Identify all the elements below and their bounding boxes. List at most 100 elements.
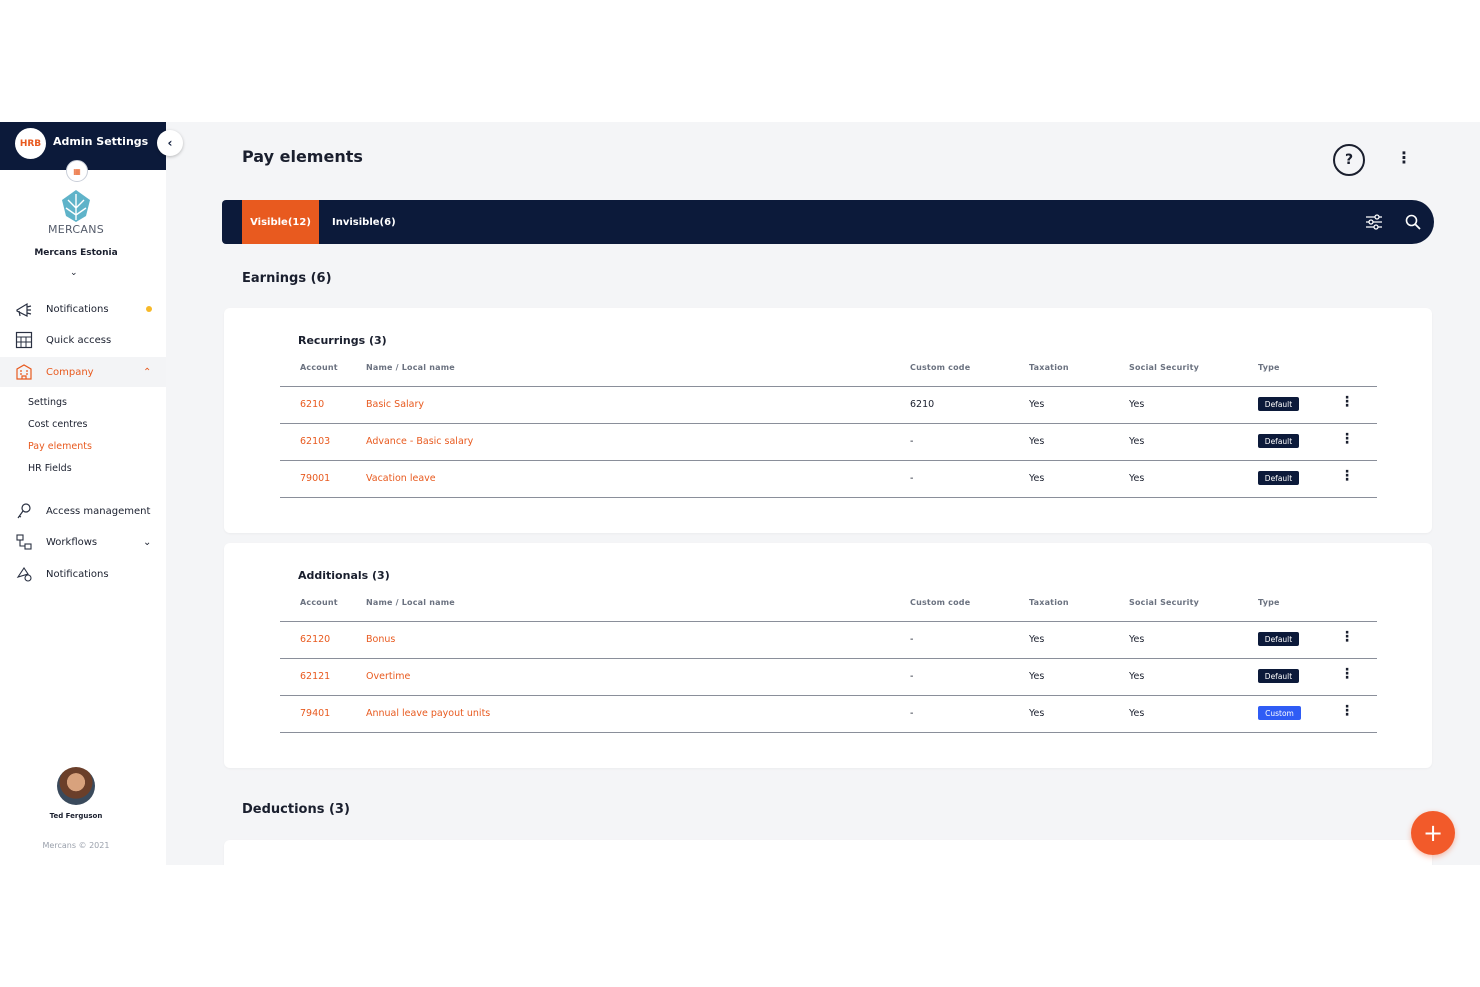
sidebar: HRB Admin Settings ‹ ▦ MERCANS Mercans E… bbox=[0, 122, 183, 865]
column-type[interactable]: Type bbox=[1258, 598, 1280, 607]
sidebar-subitem-settings[interactable]: Settings bbox=[28, 397, 67, 408]
chevron-down-icon[interactable]: ⌄ bbox=[143, 537, 151, 548]
table-row[interactable]: 62103 Advance - Basic salary - Yes Yes D… bbox=[280, 423, 1377, 461]
custom-code: 6210 bbox=[910, 399, 935, 410]
column-account[interactable]: Account bbox=[300, 363, 338, 372]
earnings-section-title: Earnings (6) bbox=[242, 271, 332, 286]
type-badge: Default bbox=[1258, 471, 1299, 485]
sidebar-collapse-button[interactable]: ‹ bbox=[157, 130, 183, 156]
sidebar-item-label: Notifications bbox=[46, 303, 109, 315]
sidebar-subitem-hr-fields[interactable]: HR Fields bbox=[28, 463, 72, 474]
taxation-value: Yes bbox=[1029, 436, 1045, 447]
social-security-value: Yes bbox=[1129, 399, 1145, 410]
column-custom-code[interactable]: Custom code bbox=[910, 363, 970, 372]
table-row[interactable]: 79401 Annual leave payout units - Yes Ye… bbox=[280, 695, 1377, 733]
column-account[interactable]: Account bbox=[300, 598, 338, 607]
tab-invisible[interactable]: Invisible(6) bbox=[332, 200, 396, 244]
sidebar-item-notifications[interactable]: Notifications bbox=[0, 294, 166, 324]
key-icon bbox=[14, 501, 34, 521]
sidebar-item-label: Access management bbox=[46, 505, 151, 517]
sidebar-subitem-pay-elements[interactable]: Pay elements bbox=[28, 441, 92, 452]
social-security-value: Yes bbox=[1129, 436, 1145, 447]
sidebar-item-label: Quick access bbox=[46, 334, 112, 346]
table-header: Account Name / Local name Custom code Ta… bbox=[280, 360, 1377, 387]
notification-dot bbox=[146, 306, 152, 312]
name-link[interactable]: Bonus bbox=[366, 634, 395, 645]
sidebar-item-label: Company bbox=[46, 366, 94, 378]
name-link[interactable]: Basic Salary bbox=[366, 399, 424, 410]
table-row[interactable]: 6210 Basic Salary 6210 Yes Yes Default ⋮ bbox=[280, 386, 1377, 424]
add-button[interactable]: + bbox=[1411, 811, 1455, 855]
page-menu-button[interactable]: ⋮ bbox=[1396, 150, 1412, 166]
table-row[interactable]: 62121 Overtime - Yes Yes Default ⋮ bbox=[280, 658, 1377, 696]
table-row[interactable]: 62120 Bonus - Yes Yes Default ⋮ bbox=[280, 621, 1377, 659]
help-button[interactable]: ? bbox=[1333, 144, 1365, 176]
taxation-value: Yes bbox=[1029, 634, 1045, 645]
account-link[interactable]: 79401 bbox=[300, 708, 330, 719]
type-badge: Default bbox=[1258, 434, 1299, 448]
custom-code: - bbox=[910, 708, 914, 719]
company-name: Mercans Estonia bbox=[34, 248, 118, 258]
visibility-tabbar: Visible(12) Invisible(6) bbox=[222, 200, 1434, 244]
table-row[interactable]: 79001 Vacation leave - Yes Yes Default ⋮ bbox=[280, 460, 1377, 498]
taxation-value: Yes bbox=[1029, 399, 1045, 410]
sidebar-item-access-management[interactable]: Access management bbox=[0, 496, 166, 526]
row-menu-button[interactable]: ⋮ bbox=[1340, 469, 1354, 483]
sidebar-item-company[interactable]: Company ⌃ bbox=[0, 357, 166, 387]
type-badge: Default bbox=[1258, 669, 1299, 683]
column-type[interactable]: Type bbox=[1258, 363, 1280, 372]
social-security-value: Yes bbox=[1129, 708, 1145, 719]
sidebar-item-label: Notifications bbox=[46, 568, 109, 580]
sidebar-item-quick-access[interactable]: Quick access bbox=[0, 325, 166, 355]
column-name[interactable]: Name / Local name bbox=[366, 598, 455, 607]
custom-code: - bbox=[910, 671, 914, 682]
taxation-value: Yes bbox=[1029, 708, 1045, 719]
recurrings-title: Recurrings (3) bbox=[298, 334, 387, 347]
column-custom-code[interactable]: Custom code bbox=[910, 598, 970, 607]
name-link[interactable]: Overtime bbox=[366, 671, 410, 682]
social-security-value: Yes bbox=[1129, 671, 1145, 682]
page-title: Pay elements bbox=[242, 147, 363, 166]
bell-settings-icon bbox=[14, 564, 34, 584]
column-taxation[interactable]: Taxation bbox=[1029, 363, 1069, 372]
hrb-logo[interactable]: HRB bbox=[15, 128, 46, 159]
search-icon[interactable] bbox=[1404, 213, 1422, 231]
taxation-value: Yes bbox=[1029, 671, 1045, 682]
calculator-icon bbox=[14, 330, 34, 350]
row-menu-button[interactable]: ⋮ bbox=[1340, 667, 1354, 681]
sidebar-item-workflows[interactable]: Workflows ⌄ bbox=[0, 527, 166, 557]
column-taxation[interactable]: Taxation bbox=[1029, 598, 1069, 607]
avatar[interactable] bbox=[57, 767, 95, 805]
tab-visible[interactable]: Visible(12) bbox=[242, 200, 319, 244]
filter-icon[interactable] bbox=[1364, 212, 1384, 232]
type-badge-custom: Custom bbox=[1258, 706, 1301, 720]
company-chevron-down-icon[interactable]: ⌄ bbox=[70, 268, 78, 278]
deductions-section-title: Deductions (3) bbox=[242, 802, 350, 817]
row-menu-button[interactable]: ⋮ bbox=[1340, 704, 1354, 718]
sidebar-item-label: Workflows bbox=[46, 536, 98, 548]
row-menu-button[interactable]: ⋮ bbox=[1340, 630, 1354, 644]
account-link[interactable]: 62121 bbox=[300, 671, 330, 682]
custom-code: - bbox=[910, 436, 914, 447]
copyright-text: Mercans © 2021 bbox=[42, 841, 110, 850]
name-link[interactable]: Vacation leave bbox=[366, 473, 436, 484]
chevron-up-icon[interactable]: ⌃ bbox=[143, 367, 151, 378]
custom-code: - bbox=[910, 634, 914, 645]
account-link[interactable]: 79001 bbox=[300, 473, 330, 484]
column-social-security[interactable]: Social Security bbox=[1129, 363, 1199, 372]
sidebar-item-notification-settings[interactable]: Notifications bbox=[0, 559, 166, 589]
row-menu-button[interactable]: ⋮ bbox=[1340, 432, 1354, 446]
sidebar-subitem-cost-centres[interactable]: Cost centres bbox=[28, 419, 87, 430]
name-link[interactable]: Advance - Basic salary bbox=[366, 436, 473, 447]
column-social-security[interactable]: Social Security bbox=[1129, 598, 1199, 607]
app-grid-icon[interactable]: ▦ bbox=[66, 160, 88, 182]
account-link[interactable]: 62103 bbox=[300, 436, 330, 447]
additionals-title: Additionals (3) bbox=[298, 569, 390, 582]
taxation-value: Yes bbox=[1029, 473, 1045, 484]
account-link[interactable]: 62120 bbox=[300, 634, 330, 645]
account-link[interactable]: 6210 bbox=[300, 399, 324, 410]
workflow-icon bbox=[14, 532, 34, 552]
column-name[interactable]: Name / Local name bbox=[366, 363, 455, 372]
row-menu-button[interactable]: ⋮ bbox=[1340, 395, 1354, 409]
name-link[interactable]: Annual leave payout units bbox=[366, 708, 490, 719]
